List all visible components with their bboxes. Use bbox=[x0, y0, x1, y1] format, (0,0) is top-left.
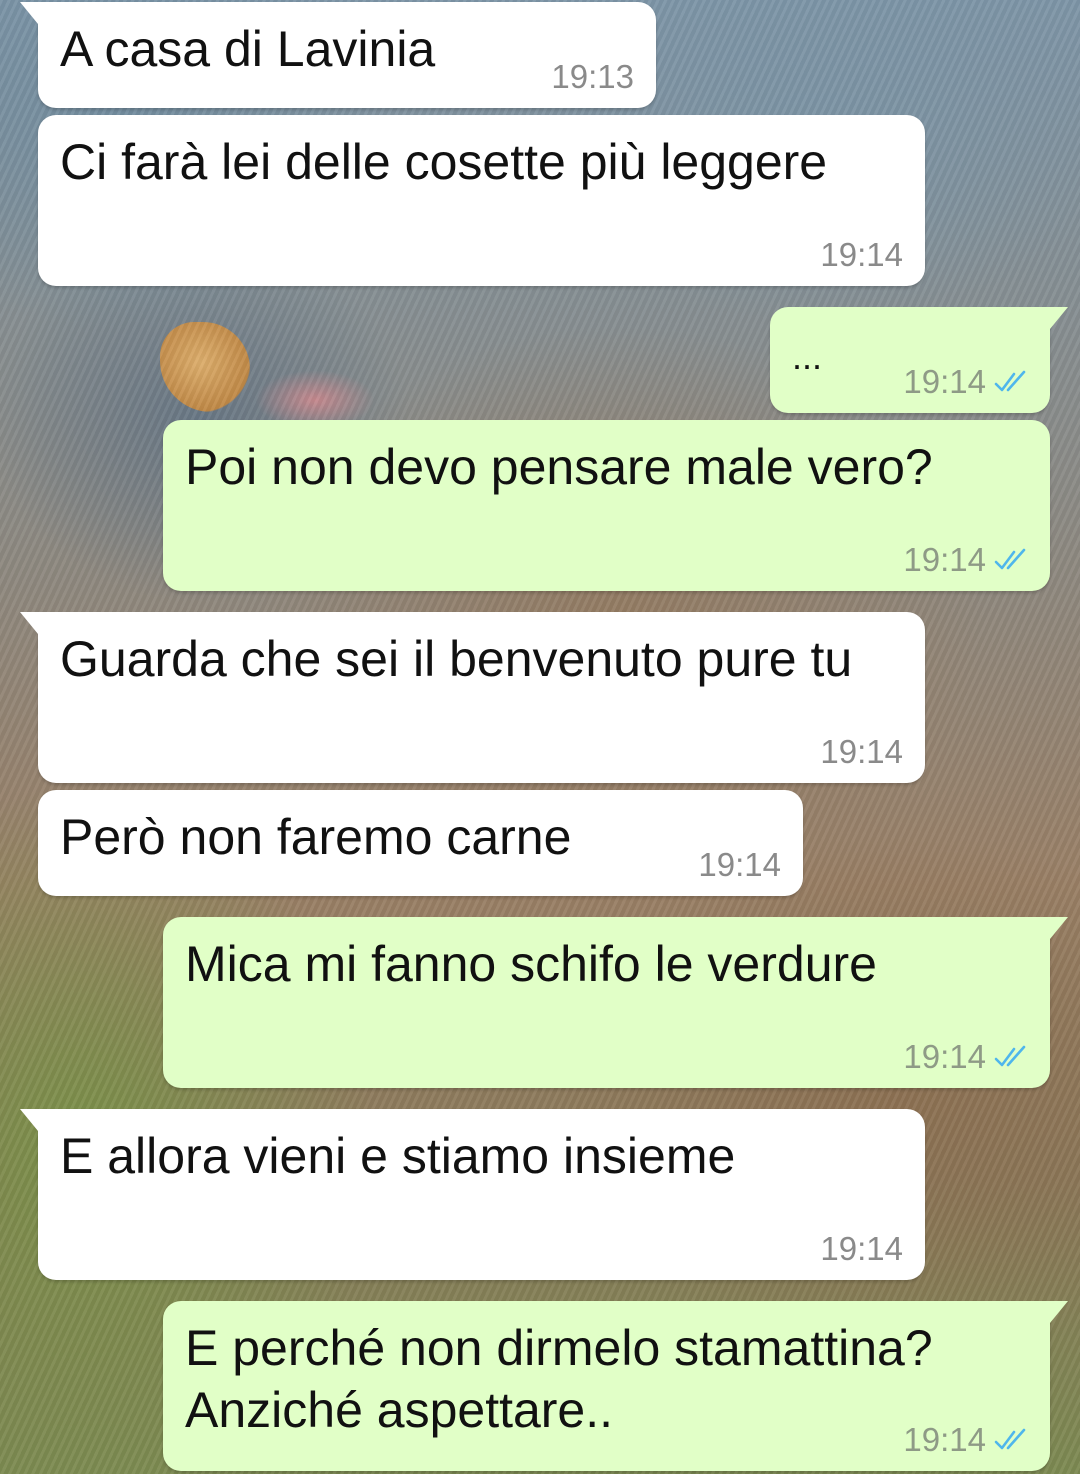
outgoing-message-bubble[interactable]: ... 19:14 bbox=[770, 307, 1068, 413]
message-time: 19:14 bbox=[820, 733, 903, 770]
message-text: Guarda che sei il benvenuto pure tu bbox=[60, 631, 853, 687]
incoming-message-bubble[interactable]: Guarda che sei il benvenuto pure tu 19:1… bbox=[20, 612, 925, 783]
wallpaper-detail bbox=[160, 322, 250, 412]
message-time: 19:14 bbox=[903, 1038, 986, 1075]
outgoing-message-bubble[interactable]: Mica mi fanno schifo le verdure 19:14 bbox=[163, 917, 1068, 1088]
double-check-read-icon bbox=[994, 370, 1026, 392]
message-text: E allora vieni e stiamo insieme bbox=[60, 1128, 736, 1184]
message-time: 19:14 bbox=[903, 363, 986, 400]
message-meta: 19:14 bbox=[903, 541, 1028, 579]
message-meta: 19:14 bbox=[903, 363, 1028, 401]
message-meta: 19:14 bbox=[698, 846, 781, 884]
message-text: Però non faremo carne bbox=[60, 809, 572, 865]
message-meta: 19:13 bbox=[551, 58, 634, 96]
incoming-message-bubble[interactable]: Però non faremo carne 19:14 bbox=[38, 790, 803, 896]
incoming-message-bubble[interactable]: A casa di Lavinia 19:13 bbox=[20, 2, 656, 108]
outgoing-message-bubble[interactable]: E perché non dirmelo stamattina? Anziché… bbox=[163, 1301, 1068, 1471]
double-check-read-icon bbox=[994, 1428, 1026, 1450]
message-meta: 19:14 bbox=[820, 236, 903, 274]
message-text: Mica mi fanno schifo le verdure bbox=[185, 936, 877, 992]
message-text: E perché non dirmelo stamattina? Anziché… bbox=[185, 1320, 944, 1438]
double-check-read-icon bbox=[994, 548, 1026, 570]
message-meta: 19:14 bbox=[903, 1421, 1028, 1459]
message-time: 19:14 bbox=[903, 1421, 986, 1458]
message-time: 19:14 bbox=[698, 846, 781, 883]
message-time: 19:13 bbox=[551, 58, 634, 95]
message-text: Ci farà lei delle cosette più leggere bbox=[60, 134, 828, 190]
message-meta: 19:14 bbox=[820, 733, 903, 771]
incoming-message-bubble[interactable]: E allora vieni e stiamo insieme 19:14 bbox=[20, 1109, 925, 1280]
incoming-message-bubble[interactable]: Ci farà lei delle cosette più leggere 19… bbox=[38, 115, 925, 286]
message-time: 19:14 bbox=[820, 1230, 903, 1267]
message-meta: 19:14 bbox=[903, 1038, 1028, 1076]
message-text: Poi non devo pensare male vero? bbox=[185, 439, 933, 495]
message-text: A casa di Lavinia bbox=[60, 21, 436, 77]
message-time: 19:14 bbox=[903, 541, 986, 578]
outgoing-message-bubble[interactable]: Poi non devo pensare male vero? 19:14 bbox=[163, 420, 1050, 591]
message-time: 19:14 bbox=[820, 236, 903, 273]
double-check-read-icon bbox=[994, 1045, 1026, 1067]
message-meta: 19:14 bbox=[820, 1230, 903, 1268]
